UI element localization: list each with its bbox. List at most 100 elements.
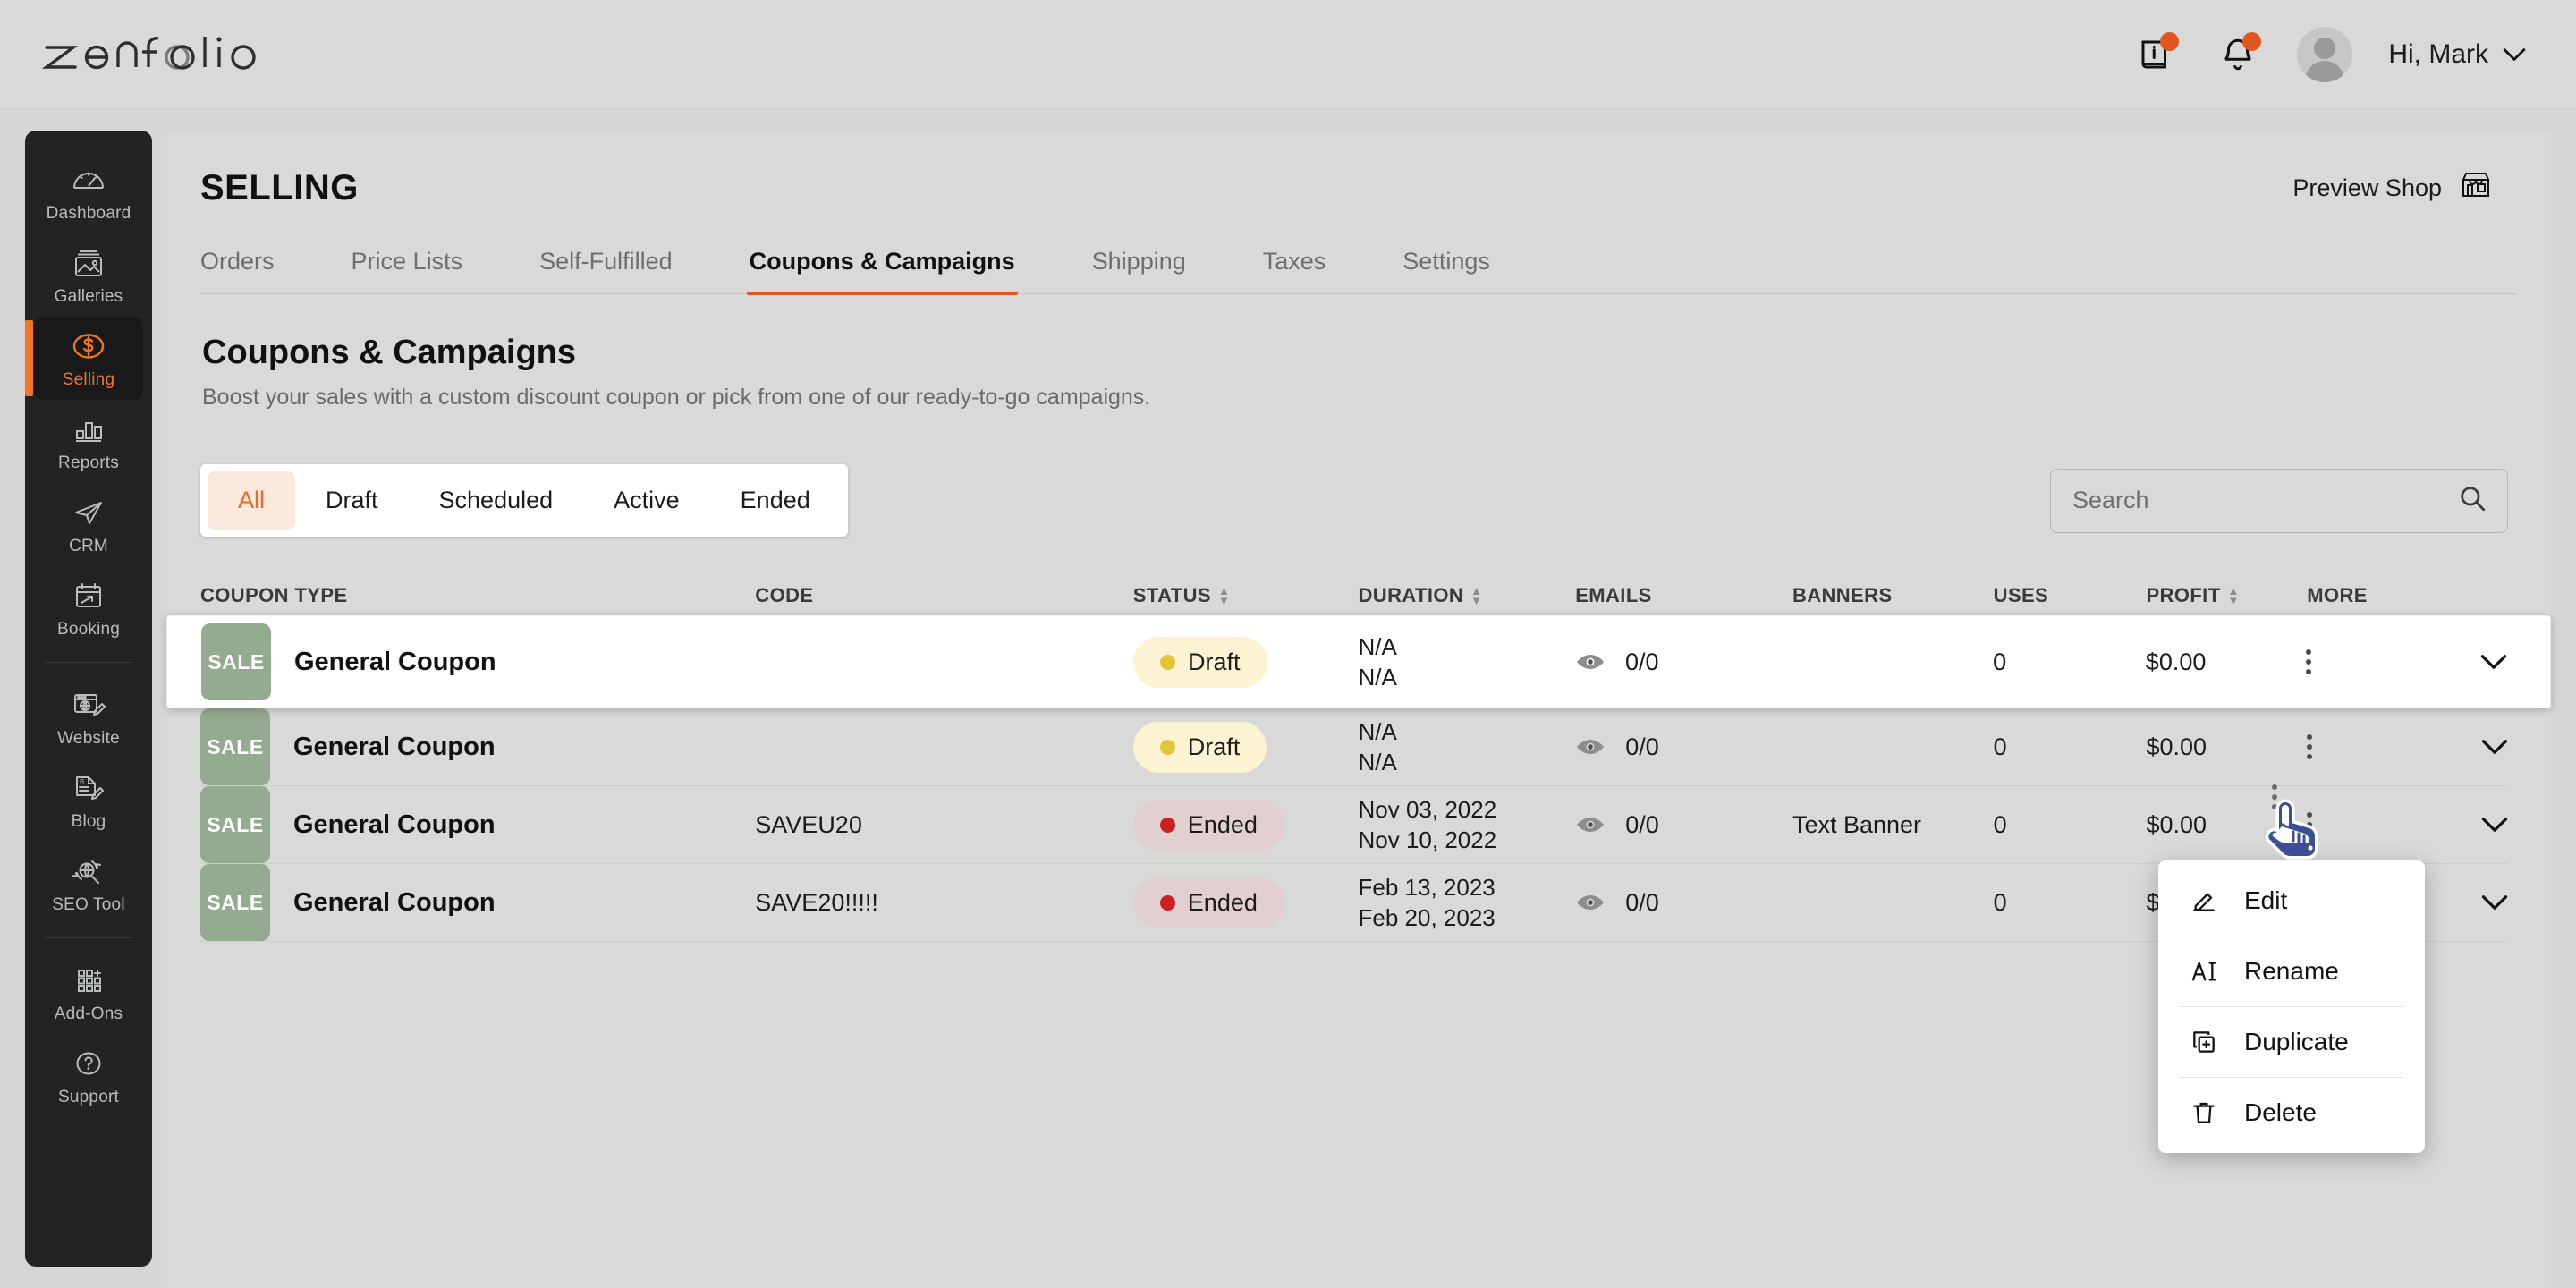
sidebar-item-add-ons[interactable]: Add-Ons: [34, 951, 143, 1034]
tab-self-fulfilled[interactable]: Self-Fulfilled: [539, 248, 673, 293]
expand-row-icon[interactable]: [2481, 887, 2508, 918]
tab-price-lists[interactable]: Price Lists: [352, 248, 463, 293]
row-context-menu: Edit Rename Duplicate Delete: [2158, 860, 2425, 1153]
preview-shop-label: Preview Shop: [2292, 174, 2442, 202]
storefront-icon: [2458, 169, 2494, 208]
filter-all[interactable]: All: [208, 471, 295, 530]
sidebar-item-blog[interactable]: B Blog: [34, 758, 143, 842]
col-coupon-type: COUPON TYPE: [200, 584, 755, 607]
emails-count: 0/0: [1625, 889, 1659, 917]
cell-coupon-type: SALE General Coupon: [200, 786, 755, 863]
expand-row-icon[interactable]: [2481, 732, 2508, 762]
cell-status: Draft: [1133, 722, 1359, 773]
sidebar-item-support[interactable]: Support: [34, 1034, 143, 1117]
sidebar-item-booking[interactable]: Booking: [34, 566, 143, 649]
section-tabs: Orders Price Lists Self-Fulfilled Coupon…: [200, 248, 2517, 294]
emails-count: 0/0: [1625, 733, 1659, 761]
sidebar-item-reports[interactable]: Reports: [34, 400, 143, 483]
page-title: SELLING: [200, 168, 359, 208]
paper-plane-icon: [68, 495, 109, 530]
tab-coupons-campaigns[interactable]: Coupons & Campaigns: [750, 248, 1015, 293]
sidebar-item-label: Reports: [58, 453, 119, 473]
filter-draft[interactable]: Draft: [295, 471, 409, 530]
col-duration[interactable]: DURATION ▲▼: [1359, 584, 1576, 607]
sidebar-divider-2: [45, 937, 132, 938]
col-label: DURATION: [1359, 584, 1464, 607]
status-label: Ended: [1188, 811, 1258, 839]
col-code: CODE: [755, 584, 1133, 607]
sidebar-item-label: Add-Ons: [55, 1004, 123, 1024]
more-menu-icon[interactable]: [2307, 812, 2312, 837]
sale-chip: SALE: [200, 864, 270, 941]
cell-uses: 0: [1994, 889, 2147, 917]
coupon-name: General Coupon: [293, 810, 496, 840]
cell-coupon-type: SALE General Coupon: [200, 708, 755, 785]
sidebar-item-dashboard[interactable]: Dashboard: [34, 150, 143, 233]
filter-active[interactable]: Active: [583, 471, 710, 530]
sort-arrows-icon[interactable]: ▲▼: [1470, 587, 1482, 605]
col-profit[interactable]: PROFIT ▲▼: [2146, 584, 2307, 607]
image-icon: [68, 245, 109, 281]
dollar-circle-icon: [68, 328, 109, 364]
tab-settings[interactable]: Settings: [1402, 248, 1490, 293]
context-menu-item-duplicate[interactable]: Duplicate: [2158, 1007, 2425, 1077]
preview-shop-button[interactable]: Preview Shop: [2292, 169, 2494, 208]
coupon-name: General Coupon: [293, 888, 496, 918]
sidebar-item-galleries[interactable]: Galleries: [34, 233, 143, 317]
avatar[interactable]: [2297, 27, 2352, 82]
filter-ended[interactable]: Ended: [710, 471, 841, 530]
sidebar-item-selling[interactable]: Selling: [34, 317, 143, 400]
cell-code: SAVE20!!!!!: [755, 889, 1133, 917]
tab-taxes[interactable]: Taxes: [1263, 248, 1326, 293]
sidebar-item-website[interactable]: Website: [34, 675, 143, 758]
filter-scheduled[interactable]: Scheduled: [409, 471, 584, 530]
table-row[interactable]: SALE General Coupon Draft N/A N/A 0/0 0 …: [166, 615, 2551, 708]
info-book-icon[interactable]: [2132, 31, 2179, 78]
sidebar: Dashboard Galleries Selling: [25, 131, 152, 1267]
sale-chip: SALE: [201, 623, 271, 700]
context-menu-item-edit[interactable]: Edit: [2158, 866, 2425, 936]
sidebar-item-label: Selling: [63, 370, 114, 390]
bell-icon[interactable]: [2215, 31, 2261, 78]
emails-count: 0/0: [1625, 648, 1659, 676]
status-badge: Ended: [1133, 877, 1284, 928]
context-menu-item-rename[interactable]: Rename: [2158, 936, 2425, 1006]
status-label: Draft: [1188, 733, 1241, 761]
more-menu-icon[interactable]: [2307, 734, 2312, 759]
context-menu-item-delete[interactable]: Delete: [2158, 1078, 2425, 1148]
cell-emails: 0/0: [1575, 811, 1792, 839]
calendar-arrow-icon: [68, 578, 109, 614]
sort-arrows-icon[interactable]: ▲▼: [1218, 587, 1230, 605]
col-status[interactable]: STATUS ▲▼: [1133, 584, 1359, 607]
chevron-down-icon: [2503, 47, 2526, 62]
cell-more: [2307, 732, 2508, 762]
sidebar-item-crm[interactable]: CRM: [34, 483, 143, 566]
table-row[interactable]: SALE General Coupon Draft N/A N/A 0/0 0 …: [166, 708, 2551, 785]
cell-profit: $0.00: [2146, 733, 2307, 761]
expand-row-icon[interactable]: [2480, 647, 2507, 677]
grid-plus-icon: [68, 962, 109, 998]
tab-shipping[interactable]: Shipping: [1092, 248, 1186, 293]
status-label: Draft: [1188, 648, 1241, 676]
more-menu-icon[interactable]: [2306, 649, 2311, 674]
cell-uses: 0: [1994, 811, 2147, 839]
tab-orders[interactable]: Orders: [200, 248, 275, 293]
sidebar-item-seo-tool[interactable]: SEO Tool: [34, 842, 143, 925]
user-menu[interactable]: Hi, Mark: [2388, 39, 2526, 70]
zenfolio-logo[interactable]: [41, 28, 265, 81]
status-badge: Draft: [1133, 637, 1267, 688]
table-header-row: COUPON TYPE CODE STATUS ▲▼ DURATION ▲▼ E…: [166, 576, 2551, 615]
duration-start: Feb 13, 2023: [1359, 872, 1576, 902]
expand-row-icon[interactable]: [2481, 809, 2508, 840]
search-input[interactable]: [2072, 487, 2430, 514]
search-box[interactable]: [2050, 469, 2508, 533]
text-cursor-icon: [2189, 956, 2219, 987]
coupon-name: General Coupon: [294, 648, 496, 677]
table-row[interactable]: SALE General Coupon SAVEU20 Ended Nov 03…: [166, 786, 2551, 863]
sort-arrows-icon[interactable]: ▲▼: [2228, 587, 2240, 605]
cell-more: [2307, 809, 2508, 840]
cell-emails: 0/0: [1575, 648, 1792, 676]
search-icon[interactable]: [2457, 483, 2487, 518]
kebab-under-cursor[interactable]: [2272, 784, 2277, 809]
cell-coupon-type: SALE General Coupon: [200, 864, 755, 941]
